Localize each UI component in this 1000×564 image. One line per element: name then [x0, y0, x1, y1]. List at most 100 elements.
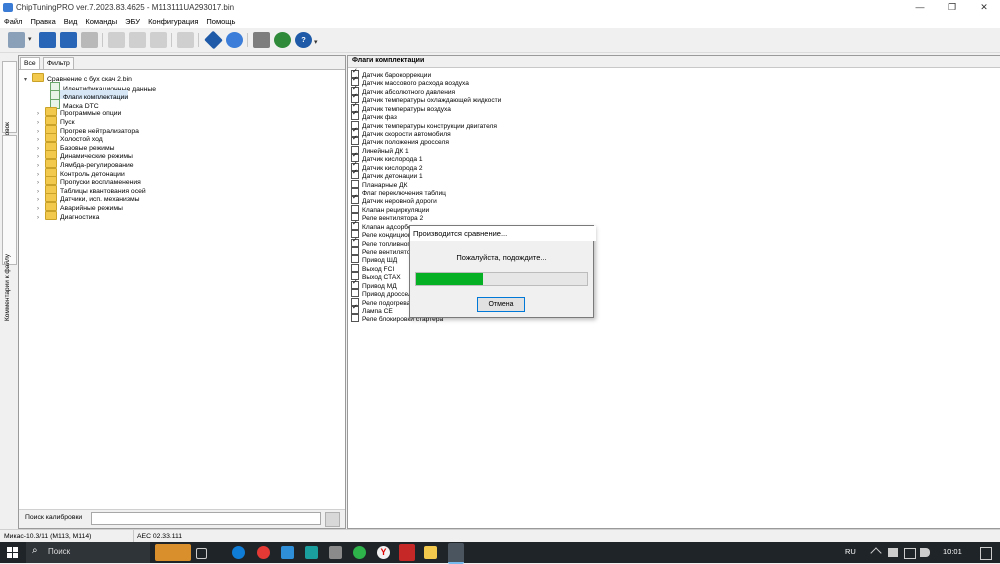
tab-filter[interactable]: Фильтр [43, 57, 74, 69]
diamond-icon[interactable] [204, 30, 223, 50]
cancel-button[interactable]: Отмена [477, 297, 525, 312]
toolbar-separator [102, 33, 103, 47]
flag-row: Выход FCI [351, 263, 394, 273]
network-icon[interactable] [904, 548, 916, 559]
toolbar-separator [247, 33, 248, 47]
weather-widget-icon[interactable] [155, 544, 191, 561]
flag-row: Датчик фаз [351, 110, 397, 121]
dialog-message: Пожалуйста, подождите... [456, 253, 547, 262]
menu-bar: Файл Правка Вид Команды ЭБУ Конфигурация Помощ… [0, 15, 1000, 28]
print-icon[interactable] [81, 32, 98, 48]
menu-edit[interactable]: Правка [26, 15, 59, 28]
toolbar-separator [171, 33, 172, 47]
flag-checkbox[interactable] [351, 289, 359, 298]
save-as-icon[interactable] [60, 32, 77, 48]
flag-checkbox[interactable] [351, 204, 359, 213]
flag-checkbox[interactable] [351, 110, 359, 121]
flag-row: Реле вентилятора [351, 247, 418, 256]
volume-icon[interactable] [920, 548, 930, 557]
calibration-tree-panel: Все Фильтр ▾ Сравнение с бух скач 2.bin Ид… [18, 55, 346, 529]
flag-checkbox[interactable] [351, 255, 359, 264]
menu-view[interactable]: Вид [60, 15, 82, 28]
open-icon[interactable] [8, 32, 25, 48]
window-title: ChipTuningPRO ver.7.2023.83.4625 - M1131… [16, 3, 235, 12]
side-tabs: Меню калибровок Комментарии к файлу [0, 53, 17, 527]
help-icon[interactable]: ? [295, 32, 312, 48]
language-indicator[interactable]: RU [845, 547, 856, 556]
flag-checkbox[interactable] [351, 304, 359, 315]
tools-icon[interactable] [253, 32, 270, 48]
flag-checkbox[interactable] [351, 247, 359, 256]
flag-row: Флаг переключения таблиц [351, 188, 446, 197]
notifications-icon[interactable] [980, 547, 992, 560]
search-icon[interactable] [226, 32, 243, 48]
toolbar-overflow-icon[interactable]: ▾ [314, 32, 320, 48]
cut-icon[interactable] [108, 32, 125, 48]
flag-row: Реле подогрева [351, 297, 410, 307]
copy-icon[interactable] [129, 32, 146, 48]
tab-all[interactable]: Все [20, 57, 40, 69]
flag-checkbox[interactable] [351, 194, 359, 205]
tree-tabs: Все Фильтр [19, 56, 345, 70]
save-icon[interactable] [39, 32, 56, 48]
folder-icon [32, 73, 44, 82]
flag-row: Датчик массового расхода воздуха [351, 76, 469, 87]
app-red-icon[interactable] [399, 544, 415, 561]
minimize-button[interactable]: — [905, 0, 935, 15]
edge-icon[interactable] [232, 546, 245, 559]
mail-icon[interactable] [281, 546, 294, 559]
opera-icon[interactable] [257, 546, 270, 559]
explorer-icon[interactable] [424, 546, 437, 559]
flag-checkbox[interactable] [351, 135, 359, 146]
chip-icon[interactable] [177, 32, 194, 48]
close-button[interactable]: ✕ [969, 0, 999, 15]
start-icon[interactable] [7, 547, 18, 558]
search-label: Поиск калибровки [25, 514, 83, 521]
taskbar-search[interactable]: ⌕ Поиск [26, 542, 150, 563]
flag-checkbox[interactable] [351, 237, 359, 247]
search-input[interactable] [91, 512, 321, 525]
tab-calibration-menu[interactable]: Меню калибровок [2, 61, 17, 176]
taskbar: ⌕ Поиск Y RU 10:01 [0, 542, 1000, 564]
camera-tray-icon[interactable] [888, 548, 898, 557]
flag-row: Датчик скорости автомобиля [351, 127, 451, 138]
menu-ecu[interactable]: ЭБУ [121, 15, 144, 28]
globe-icon[interactable] [274, 32, 291, 48]
yandex-icon[interactable]: Y [377, 546, 390, 559]
flag-checkbox[interactable] [351, 314, 359, 323]
clock[interactable]: 10:01 [943, 547, 962, 556]
search-button-icon[interactable] [325, 512, 340, 527]
tree-item-label: Диагностика [60, 213, 100, 221]
toolbar: ▾ ? ▾ [0, 28, 1000, 53]
chevron-right-icon[interactable]: › [37, 214, 45, 223]
menu-commands[interactable]: Команды [81, 15, 121, 28]
tab-file-comments[interactable]: Комментарии к файлу [2, 135, 17, 321]
flag-row: Датчик детонации 1 [351, 169, 423, 180]
app-icon [3, 3, 13, 12]
task-view-icon[interactable] [196, 548, 207, 559]
flag-checkbox[interactable] [351, 263, 359, 272]
flag-row: Датчик положения дросселя [351, 135, 449, 146]
chevron-down-icon[interactable]: ▾ [24, 76, 32, 85]
paste-icon[interactable] [150, 32, 167, 48]
flag-checkbox[interactable] [351, 179, 359, 188]
menu-file[interactable]: Файл [0, 15, 26, 28]
flag-checkbox[interactable] [351, 220, 359, 230]
flag-row: Привод ШД [351, 255, 397, 264]
flag-row: Датчик кислорода 1 [351, 152, 423, 163]
chiptuning-taskbar-icon[interactable] [448, 543, 464, 564]
menu-help[interactable]: Помощь [202, 15, 239, 28]
tree-item[interactable]: › Диагностика [37, 210, 100, 223]
tab-label: Комментарии к файлу [4, 254, 11, 322]
flag-row: Датчик неровной дороги [351, 194, 437, 205]
chevron-up-icon[interactable] [870, 547, 882, 559]
camera-icon[interactable] [329, 546, 342, 559]
flag-checkbox[interactable] [351, 169, 359, 180]
maximize-button[interactable]: ❐ [937, 0, 967, 15]
open-dropdown-icon[interactable]: ▾ [28, 32, 36, 48]
store-icon[interactable] [305, 546, 318, 559]
progress-fill [416, 273, 483, 285]
menu-configuration[interactable]: Конфигурация [144, 15, 202, 28]
flag-checkbox[interactable] [351, 279, 359, 289]
chrome-icon[interactable] [353, 546, 366, 559]
